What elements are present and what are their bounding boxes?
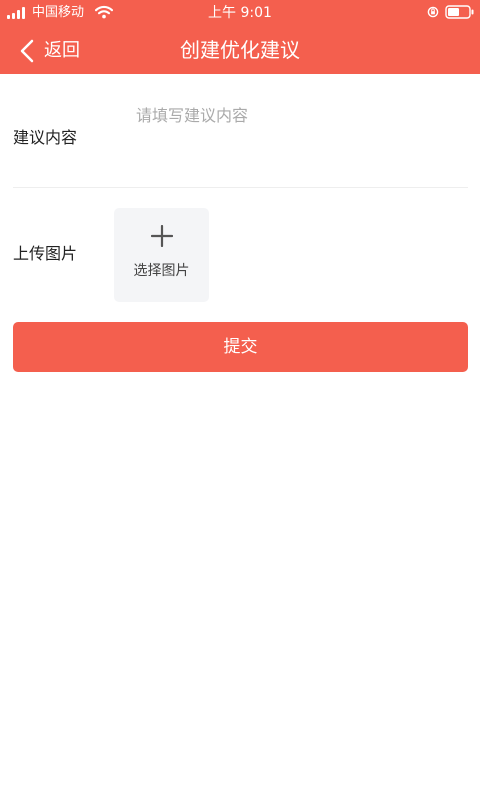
select-image-label: 选择图片 (133, 263, 190, 279)
status-time: 上午 9:01 (208, 5, 272, 21)
app-screen: 中国移动 上午 9:01 返回 创建优化建议 建议内容 请填写建议内容 上传图片… (0, 0, 480, 800)
upload-image-row: 上传图片 选择图片 (0, 188, 480, 312)
page-title: 创建优化建议 (180, 38, 300, 62)
top-bar: 中国移动 上午 9:01 返回 创建优化建议 (0, 0, 480, 74)
battery-icon (445, 5, 474, 19)
select-image-button[interactable]: 选择图片 (114, 208, 209, 302)
suggestion-input[interactable] (136, 102, 466, 174)
submit-button[interactable]: 提交 (13, 322, 468, 372)
rotation-lock-icon (427, 6, 439, 18)
upload-label: 上传图片 (13, 244, 78, 263)
plus-icon (151, 225, 173, 247)
suggestion-label: 建议内容 (13, 128, 78, 147)
status-bar: 中国移动 上午 9:01 (0, 0, 480, 26)
suggestion-field-row: 建议内容 (0, 74, 480, 188)
